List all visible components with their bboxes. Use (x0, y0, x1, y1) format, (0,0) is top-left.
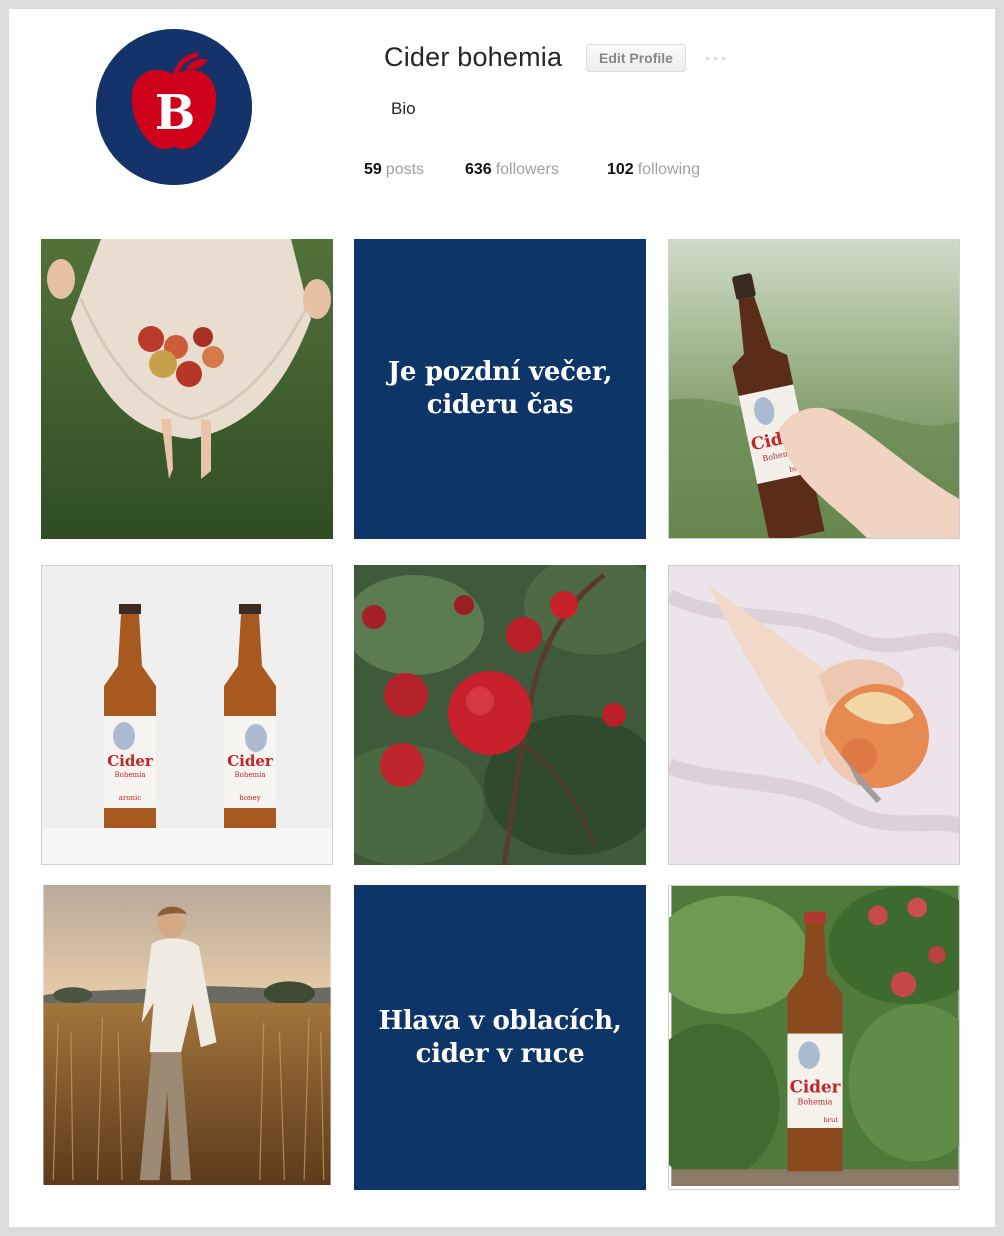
svg-text:Bohemia: Bohemia (234, 771, 265, 779)
apples-photo-image (41, 239, 333, 539)
bottle-garden-photo-image: Cider Bohemia brut (669, 886, 959, 1186)
post-bottle-garden[interactable]: Cider Bohemia brut (668, 885, 960, 1190)
following-count-number: 102 (607, 161, 634, 178)
apple-tree-photo-image (354, 565, 646, 865)
svg-text:Bohemia: Bohemia (798, 1097, 833, 1106)
cutting-apple-photo-image (669, 566, 959, 864)
post-text-clouds[interactable]: Hlava v oblacích, cider v ruce (354, 885, 646, 1190)
post-two-bottles[interactable]: Cider Bohemia aronic Cider Bohemia honey (41, 565, 333, 865)
svg-text:Cider: Cider (227, 752, 274, 770)
followers-count-label: followers (495, 161, 559, 178)
following-count[interactable]: 102 following (607, 161, 700, 179)
posts-count-label: posts (385, 161, 425, 178)
post-apples-in-skirt[interactable] (41, 239, 333, 539)
posts-count: 59 posts (364, 161, 424, 179)
followers-count-number: 636 (465, 161, 492, 178)
post-bottle-in-hand[interactable]: Cider Bohemia brut (668, 239, 960, 539)
more-options-icon[interactable] (700, 50, 730, 66)
svg-text:Cider: Cider (107, 752, 154, 770)
man-field-photo-image (43, 885, 331, 1185)
post-text-evening[interactable]: Je pozdní večer, cideru čas (354, 239, 646, 539)
posts-count-number: 59 (364, 161, 382, 178)
followers-count[interactable]: 636 followers (465, 161, 559, 179)
svg-text:Cider: Cider (790, 1077, 841, 1097)
post-apple-tree[interactable] (354, 565, 646, 865)
svg-text:Bohemia: Bohemia (114, 771, 145, 779)
post-text-clouds-caption: Hlava v oblacích, cider v ruce (378, 1005, 622, 1069)
apple-logo-icon: B (96, 29, 252, 185)
bottle-hand-photo-image: Cider Bohemia brut (669, 240, 959, 538)
svg-text:aronic: aronic (119, 794, 141, 802)
profile-bio: Bio (391, 99, 416, 118)
svg-text:brut: brut (823, 1116, 838, 1124)
edit-profile-button[interactable]: Edit Profile (586, 44, 686, 72)
post-cutting-apple[interactable] (668, 565, 960, 865)
post-text-evening-caption: Je pozdní večer, cideru čas (387, 357, 613, 420)
post-man-in-field[interactable] (41, 885, 333, 1185)
svg-text:honey: honey (239, 794, 260, 802)
svg-text:B: B (155, 85, 196, 141)
profile-avatar[interactable]: B (96, 29, 252, 185)
profile-username: Cider bohemia (384, 42, 563, 72)
two-bottles-photo-image: Cider Bohemia aronic Cider Bohemia honey (42, 566, 332, 864)
following-count-label: following (637, 161, 700, 178)
